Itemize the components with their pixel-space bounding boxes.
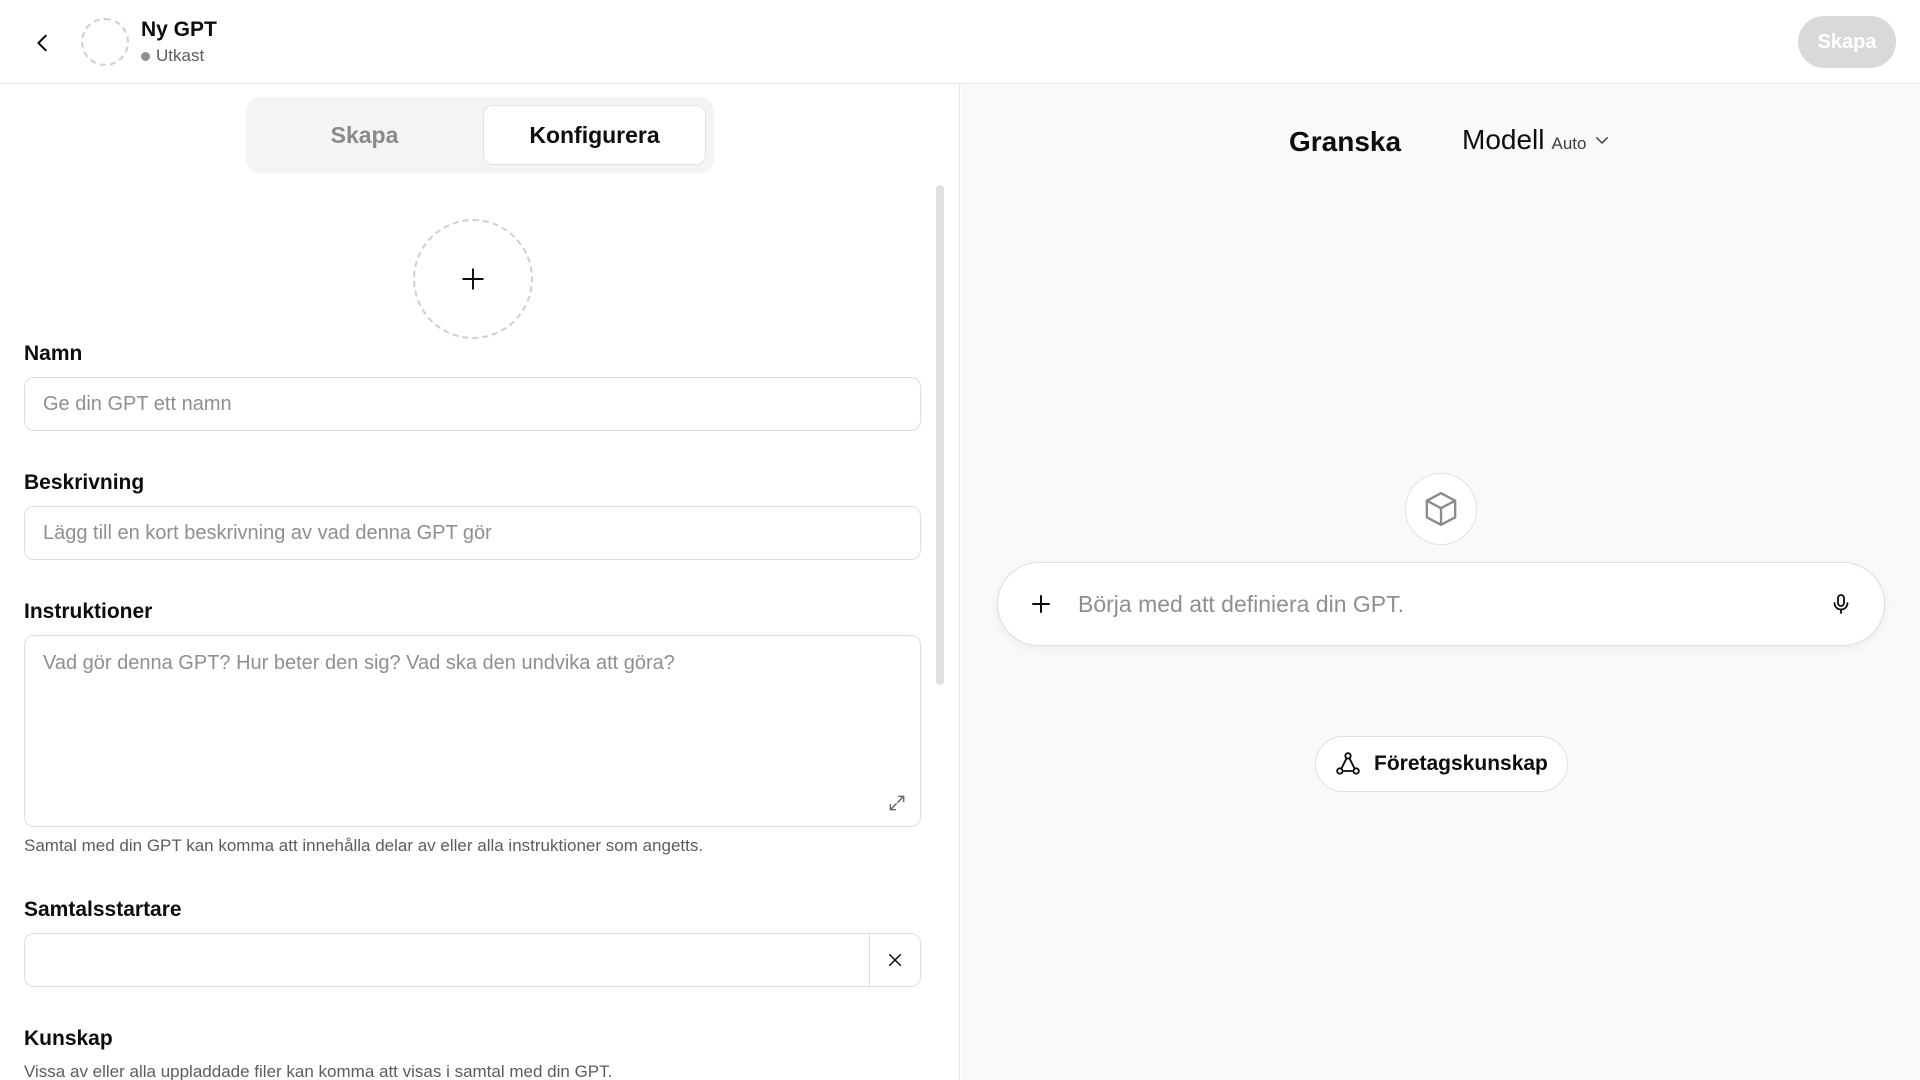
instructions-help: Samtal med din GPT kan komma att innehål… [24,836,704,855]
mode-tabs: Skapa Konfigurera [246,97,714,173]
expand-icon [889,795,905,811]
clear-starter-button[interactable] [869,934,920,986]
gpt-preview-avatar [1405,473,1477,545]
name-input[interactable] [24,377,921,431]
conversation-starters-label: Samtalsstartare [24,898,182,921]
status-text: Utkast [156,46,205,65]
chevron-down-icon [1593,131,1611,149]
model-label: Modell [1462,124,1545,155]
preview-message-input[interactable] [1078,590,1824,618]
microphone-button[interactable] [1824,587,1858,621]
preview-title: Granska [1289,126,1402,157]
knowledge-help: Vissa av eller alla uppladdade filer kan… [24,1062,613,1080]
expand-button[interactable] [884,790,910,816]
status-dot [141,51,150,61]
plus-icon [462,268,484,290]
instructions-textarea[interactable] [24,635,921,827]
description-label: Beskrivning [24,471,145,494]
company-knowledge-chip[interactable]: Företagskunskap [1315,736,1568,792]
top-bar: Ny GPT Utkast Skapa [0,0,1920,84]
editor-pane: Skapa Konfigurera Namn Beskrivning Instr… [0,85,960,1080]
cube-icon [1425,492,1457,526]
company-knowledge-label: Företagskunskap [1374,752,1548,775]
create-button[interactable]: Skapa [1798,16,1896,68]
microphone-icon [1833,594,1849,614]
model-selector[interactable]: Modell Auto [1462,124,1611,156]
conversation-starter-row [24,933,921,987]
instructions-label: Instruktioner [24,600,153,623]
gpt-avatar [81,18,129,66]
chevron-left-icon [37,34,47,52]
tab-configure[interactable]: Konfigurera [483,105,706,165]
preview-composer [997,562,1885,646]
gpt-title: Ny GPT [141,18,217,41]
gpt-status: Utkast [141,46,204,66]
knowledge-label: Kunskap [24,1027,113,1050]
close-icon [889,954,901,966]
preview-pane: Granska Modell Auto Företagskunskap [961,85,1920,1080]
conversation-starter-input[interactable] [25,934,869,986]
description-input[interactable] [24,506,921,560]
scrollbar[interactable] [936,185,944,685]
plus-icon [1032,595,1050,613]
name-label: Namn [24,342,83,365]
tab-create[interactable]: Skapa [254,105,475,165]
model-value: Auto [1551,134,1587,153]
attach-button[interactable] [1024,587,1058,621]
back-button[interactable] [26,26,60,60]
nodes-icon [1336,752,1360,775]
avatar-upload-button[interactable] [413,219,533,339]
